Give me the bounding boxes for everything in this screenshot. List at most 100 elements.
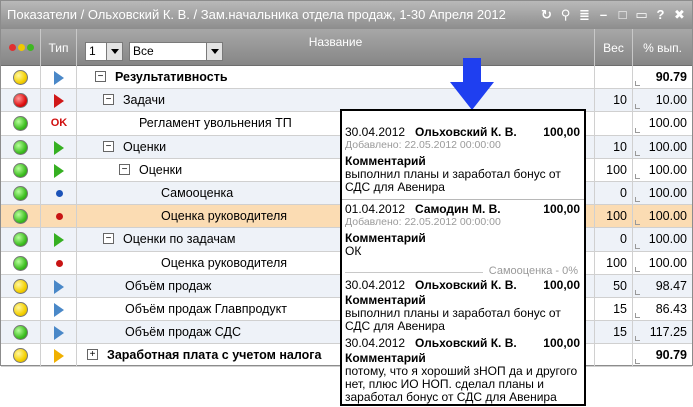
comment-entry: 01.04.2012 Самодин М. В. 100,00 Добавлен… — [345, 202, 580, 258]
percent-value: 100.00 — [648, 139, 687, 154]
type-cell — [41, 274, 77, 297]
filter-select[interactable]: Все — [129, 42, 223, 61]
weight-cell — [595, 112, 633, 135]
status-cell — [1, 228, 41, 251]
weight-value: 50 — [613, 278, 627, 293]
status-cell — [1, 89, 41, 112]
comment-marker-icon[interactable] — [635, 127, 640, 133]
maximize-icon[interactable]: □ — [614, 5, 631, 25]
list-icon[interactable]: ≣ — [576, 5, 593, 25]
status-light-icon — [13, 255, 28, 271]
comment-marker-icon[interactable] — [635, 81, 640, 87]
type-cell — [41, 228, 77, 251]
percent-cell: 100.00 — [633, 228, 692, 250]
type-cell — [41, 297, 77, 321]
indicator-name[interactable]: Оценки — [123, 140, 166, 154]
percent-cell: 100.00 — [633, 182, 692, 204]
comment-marker-icon[interactable] — [635, 313, 640, 319]
indicator-name[interactable]: Оценка руководителя — [161, 209, 287, 223]
weight-cell: 100 — [595, 158, 633, 181]
percent-value: 90.79 — [655, 348, 687, 363]
weight-value: 100 — [606, 209, 627, 224]
weight-cell: 15 — [595, 297, 633, 321]
weight-cell: 100 — [595, 251, 633, 274]
indicator-name[interactable]: Оценки — [139, 163, 182, 177]
more-icon[interactable]: ✖ — [671, 5, 688, 25]
play-triangle-icon — [54, 326, 64, 341]
play-triangle-icon — [54, 302, 64, 317]
play-triangle-icon — [54, 71, 64, 85]
indicator-name[interactable]: Регламент увольнения ТП — [139, 116, 292, 130]
percent-value: 117.25 — [649, 325, 687, 340]
comment-entry: 30.04.2012 Ольховский К. В. 100,00 Комме… — [345, 278, 580, 333]
percent-cell: 86.43 — [633, 298, 692, 320]
indicator-name[interactable]: Оценки по задачам — [123, 232, 235, 246]
percent-column-header[interactable]: % вып. — [633, 29, 692, 66]
weight-cell: 15 — [595, 321, 633, 344]
title-bar: Показатели / Ольховский К. В. / Зам.нача… — [1, 1, 692, 29]
status-light-icon — [13, 116, 28, 132]
comment-marker-icon[interactable] — [635, 266, 640, 272]
comment-marker-icon[interactable] — [635, 104, 640, 110]
indicator-name[interactable]: Заработная плата с учетом налога — [107, 348, 321, 362]
comment-marker-icon[interactable] — [635, 150, 640, 156]
type-column-header[interactable]: Тип — [41, 29, 77, 66]
weight-cell: 0 — [595, 228, 633, 251]
search-icon[interactable]: ⚲ — [557, 5, 574, 25]
status-cell — [1, 297, 41, 321]
collapse-icon[interactable]: − — [119, 163, 130, 175]
weight-cell: 0 — [595, 181, 633, 205]
collapse-icon[interactable]: − — [103, 140, 114, 152]
play-triangle-icon — [54, 279, 64, 294]
percent-cell: 100.00 — [633, 136, 692, 158]
play-triangle-icon — [54, 233, 64, 248]
indicator-name[interactable]: Объём продаж СДС — [125, 325, 241, 339]
comment-marker-icon[interactable] — [635, 336, 640, 342]
collapse-icon[interactable]: − — [95, 71, 106, 82]
status-cell — [1, 158, 41, 181]
collapse-icon[interactable]: − — [103, 94, 114, 106]
weight-cell: 50 — [595, 274, 633, 297]
percent-cell: 100.00 — [633, 205, 692, 227]
name-column-header[interactable]: Название 1 Все — [77, 29, 595, 66]
refresh-icon[interactable]: ↻ — [538, 5, 555, 25]
type-cell — [41, 89, 77, 112]
comment-marker-icon[interactable] — [635, 197, 640, 203]
help-icon[interactable]: ? — [652, 5, 669, 25]
comment-marker-icon[interactable] — [635, 220, 640, 226]
percent-cell: 10.00 — [633, 89, 692, 111]
indicator-name[interactable]: Задачи — [123, 93, 165, 107]
indicator-name[interactable]: Объём продаж Главпродукт — [125, 302, 287, 316]
percent-value: 100.00 — [648, 209, 687, 224]
collapse-icon[interactable]: − — [103, 233, 114, 245]
status-cell — [1, 181, 41, 205]
comment-marker-icon[interactable] — [635, 243, 640, 249]
status-column-header — [1, 29, 41, 66]
dot-icon — [56, 189, 63, 197]
indicator-name[interactable]: Результативность — [115, 70, 228, 84]
percent-value: 90.79 — [655, 70, 687, 84]
weight-value: 0 — [620, 232, 627, 247]
weight-column-header[interactable]: Вес — [595, 29, 633, 66]
status-light-icon — [13, 348, 28, 364]
indicator-name[interactable]: Оценка руководителя — [161, 256, 287, 270]
dot-icon — [56, 259, 63, 267]
comment-marker-icon[interactable] — [635, 173, 640, 179]
comment-marker-icon[interactable] — [635, 359, 640, 365]
dot-icon — [56, 213, 63, 221]
comment-entry: 30.04.2012 Ольховский К. В. 100,00 Комме… — [345, 336, 580, 404]
weight-cell: 10 — [595, 89, 633, 112]
status-light-icon — [13, 278, 28, 294]
indicator-name[interactable]: Объём продаж — [125, 279, 211, 293]
level-select[interactable]: 1 — [85, 42, 123, 61]
minimize-icon[interactable]: – — [595, 5, 612, 25]
table-row[interactable]: − Результативность 90.79 — [1, 66, 692, 90]
status-light-icon — [13, 139, 28, 155]
status-light-icon — [13, 325, 28, 341]
comment-marker-icon[interactable] — [635, 289, 640, 295]
status-light-icon — [13, 301, 28, 317]
arrow-down-icon — [450, 58, 494, 110]
expand-icon[interactable]: + — [87, 349, 98, 361]
indicator-name[interactable]: Самооценка — [161, 186, 233, 200]
close-icon[interactable]: ▭ — [633, 5, 650, 25]
